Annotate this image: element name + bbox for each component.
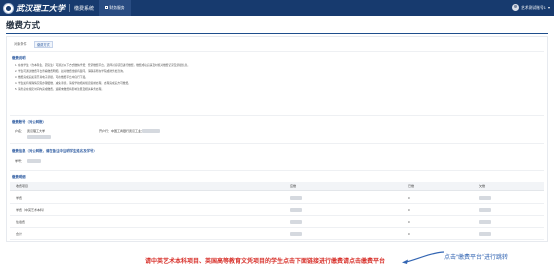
account-value: 武汉理工大学 <box>27 129 46 133</box>
cell-paid: 0 <box>408 196 410 200</box>
university-seal-icon <box>3 2 14 14</box>
redacted-student-number <box>27 159 41 163</box>
notice-line-4: 4. 学生如有特殊情况需办理缓缴、减免手续，请按学校相关规定提前办理，办理完成后… <box>15 82 131 85</box>
jump-hint: 点击“缴费平台”进行跳转 <box>444 254 508 261</box>
top-navigation-bar: 武汉理工大学 缴费系统 财务服务 艺术测试账号1 <box>0 0 554 16</box>
divider <box>10 143 544 144</box>
cell-item: 合计 <box>16 232 23 236</box>
student-number-label: 学号： <box>15 159 25 163</box>
table-heading: 缴费明细 <box>12 175 26 179</box>
tab-object-condition[interactable]: 对象条件 <box>12 41 29 48</box>
system-name: 缴费系统 <box>74 6 95 12</box>
column-header-paid: 已缴 <box>408 184 415 188</box>
cell-item: 学费 <box>16 196 23 200</box>
nav-home-label: 财务服务 <box>109 6 125 10</box>
tab-payment-method[interactable]: 缴费方式 <box>34 41 53 48</box>
notice-line-5: 5. 请务必在规定时间内完成缴费，逾期未缴费将影响注册及相关事务办理。 <box>15 88 104 91</box>
chevron-down-icon[interactable] <box>548 6 550 9</box>
notice-line-1: 1. 在校学生（含本科生、研究生）可通过以下方式缴纳学费：登录缴费平台，选择对应… <box>15 64 190 67</box>
arrow-icon <box>402 251 445 264</box>
pay-info-heading: 缴费信息（对公转账，请在备注中注明学生姓名及学号） <box>12 149 97 153</box>
redacted-amount <box>290 196 302 200</box>
table-header: 收费项目 应缴 已缴 欠缴 <box>10 182 544 191</box>
notice-line-2: 2. 学生可通过缴费平台查看缴费明细，如对缴费金额有疑问，请联系所在学院或财务处… <box>15 70 126 73</box>
column-header-due: 应缴 <box>290 184 297 188</box>
account-label: 户名： <box>15 129 25 133</box>
nav-home[interactable]: 财务服务 <box>99 0 131 16</box>
payment-notice-text: 请中英艺术本科项目、英国高等教育文凭项目的学生点击下面链接进行缴费 <box>145 259 344 265</box>
header-divider <box>69 4 70 12</box>
title-underline <box>6 32 548 34</box>
notice-heading: 缴费说明 <box>12 56 26 60</box>
table-row-total: 合计 0 <box>10 228 544 240</box>
redacted-amount <box>479 220 491 224</box>
column-header-item: 收费项目 <box>16 184 29 188</box>
redacted-amount <box>479 196 491 200</box>
home-icon <box>105 6 109 10</box>
divider <box>10 170 544 171</box>
payment-notice: 请中英艺术本科项目、英国高等教育文凭项目的学生点击下面链接进行缴费请点击缴费平台 <box>145 256 385 265</box>
divider <box>10 115 544 116</box>
cell-paid: 0 <box>408 220 410 224</box>
cell-item: 住宿费 <box>16 220 26 224</box>
cell-item: 学费（中英艺术本科） <box>16 208 47 212</box>
column-header-owed: 欠缴 <box>479 184 486 188</box>
table-row: 学费（中英艺术本科） 0 <box>10 204 544 216</box>
divider <box>10 51 544 52</box>
redacted-amount <box>479 208 491 212</box>
redacted-bank-number <box>142 129 160 133</box>
redacted-amount <box>479 232 491 236</box>
bank-label: 开户行： <box>99 129 112 133</box>
redacted-amount <box>290 232 302 236</box>
user-avatar-icon[interactable] <box>512 3 519 11</box>
payment-method-card: 对象条件 缴费方式 缴费说明 1. 在校学生（含本科生、研究生）可通过以下方式缴… <box>6 36 548 242</box>
university-logo-name[interactable]: 武汉理工大学 <box>16 3 65 14</box>
redacted-account-number <box>27 135 51 139</box>
table-row: 住宿费 0 <box>10 216 544 228</box>
user-name[interactable]: 艺术测试账号1 <box>521 6 546 11</box>
table-row: 学费 0 <box>10 192 544 204</box>
payment-platform-link[interactable]: 请点击缴费平台 <box>343 259 385 265</box>
cell-paid: 0 <box>408 232 410 236</box>
redacted-amount <box>290 208 302 212</box>
cell-paid: 0 <box>408 208 410 212</box>
redacted-amount <box>290 220 302 224</box>
notice-line-3: 3. 缴费完成后如需开具电子票据，可在缴费平台中自行下载。 <box>15 76 88 79</box>
page-title: 缴费方式 <box>6 20 41 30</box>
bank-info-heading: 缴费账号（对公转账） <box>12 120 46 124</box>
